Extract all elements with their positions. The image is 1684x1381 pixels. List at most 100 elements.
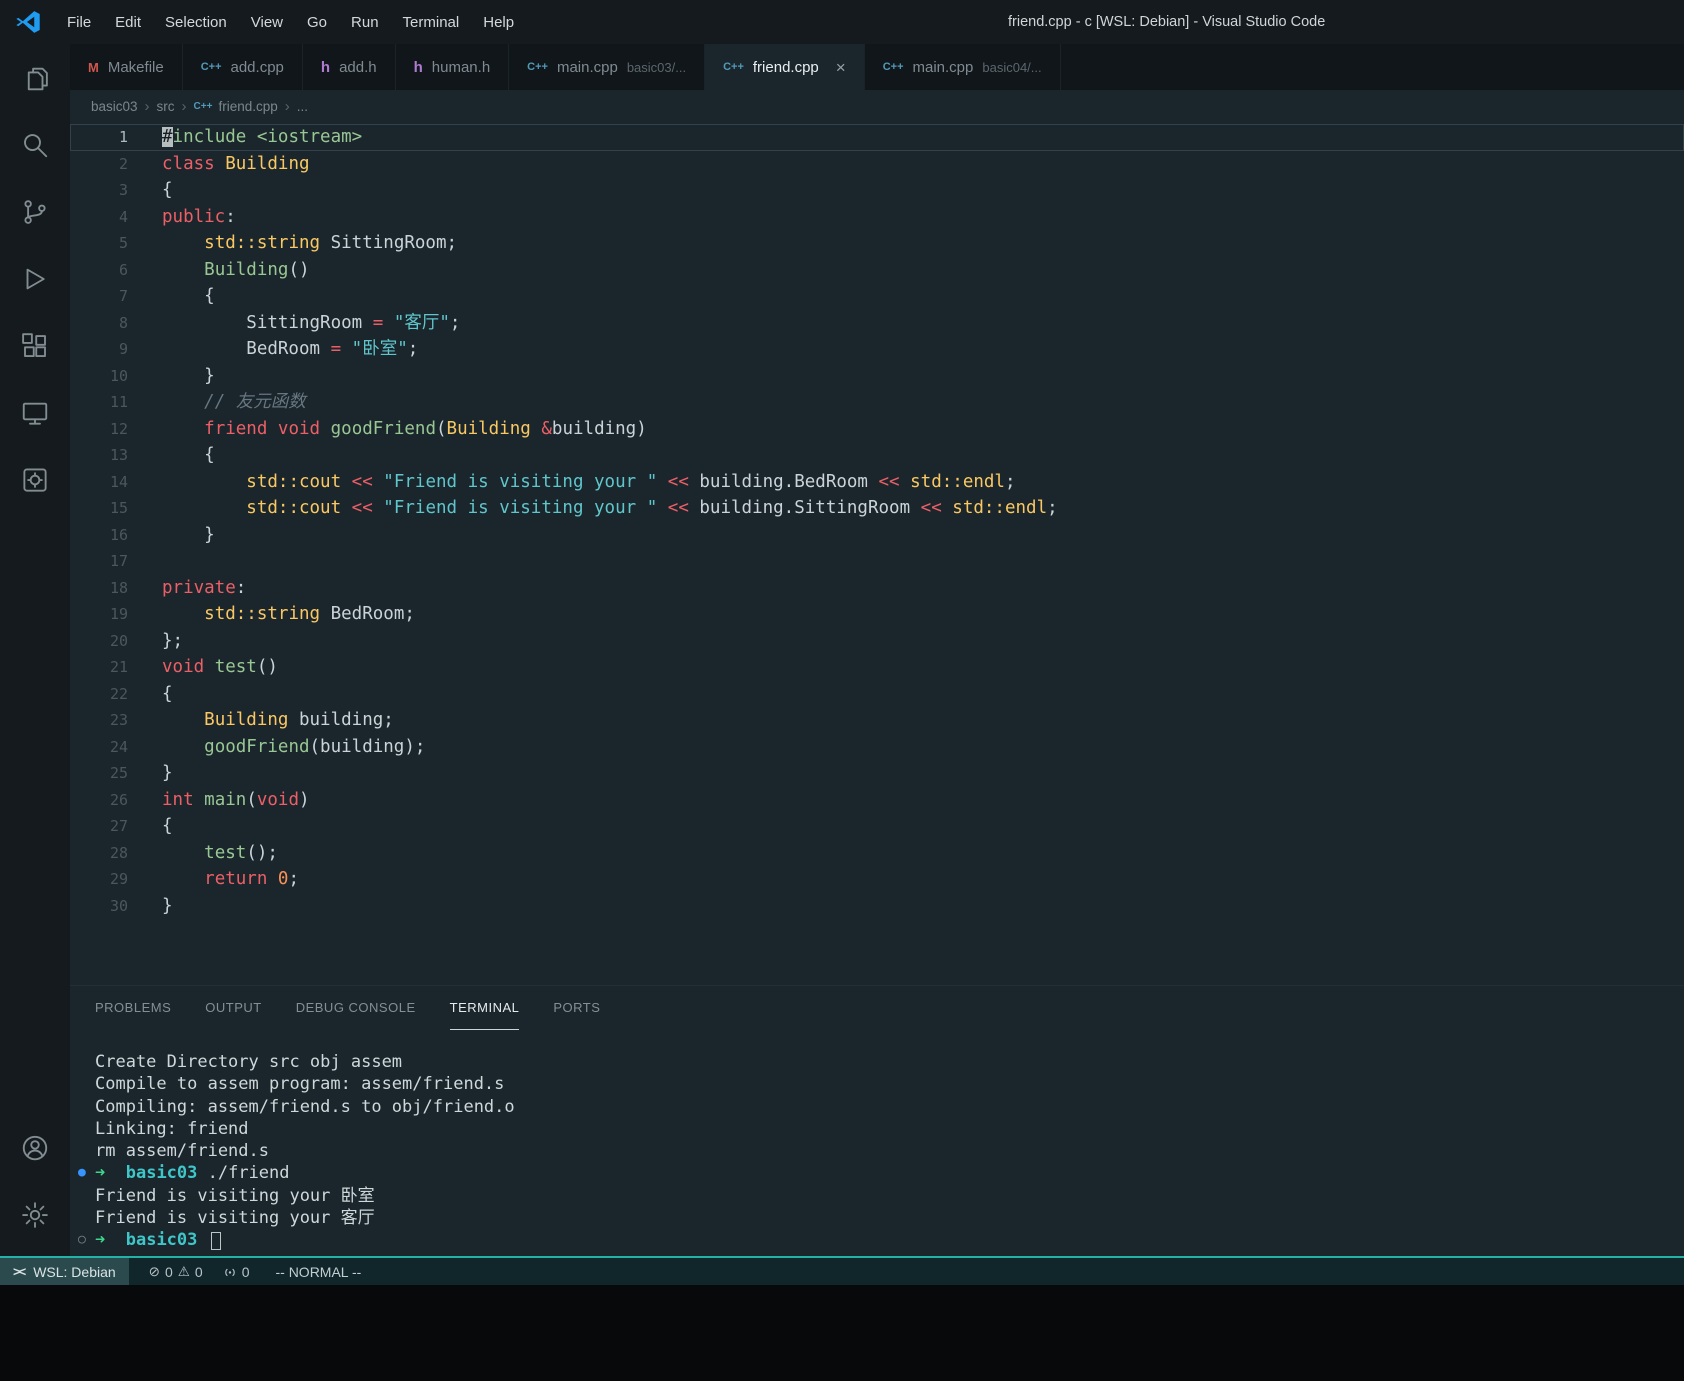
- line-number[interactable]: 24: [70, 734, 128, 761]
- line-number[interactable]: 26: [70, 787, 128, 814]
- line-number[interactable]: 19: [70, 601, 128, 628]
- line-number[interactable]: 1: [70, 124, 128, 151]
- extensions-icon[interactable]: [10, 320, 60, 372]
- code-line[interactable]: 11 // 友元函数: [70, 389, 1684, 416]
- code-line[interactable]: 19 std::string BedRoom;: [70, 601, 1684, 628]
- line-number[interactable]: 12: [70, 416, 128, 443]
- tab-main.cpp[interactable]: C++ main.cpp basic03/...: [509, 44, 706, 90]
- code-line[interactable]: 25}: [70, 760, 1684, 787]
- code-line[interactable]: 13 {: [70, 442, 1684, 469]
- line-number[interactable]: 2: [70, 151, 128, 178]
- line-number[interactable]: 27: [70, 813, 128, 840]
- line-number[interactable]: 18: [70, 575, 128, 602]
- menu-file[interactable]: File: [55, 0, 103, 44]
- remote-explorer-icon[interactable]: [10, 387, 60, 439]
- line-number[interactable]: 22: [70, 681, 128, 708]
- line-number[interactable]: 15: [70, 495, 128, 522]
- line-number[interactable]: 4: [70, 204, 128, 231]
- line-number[interactable]: 6: [70, 257, 128, 284]
- breadcrumb-item[interactable]: friend.cpp: [218, 99, 277, 114]
- code-line[interactable]: 16 }: [70, 522, 1684, 549]
- line-number[interactable]: 8: [70, 310, 128, 337]
- code-line[interactable]: 29 return 0;: [70, 866, 1684, 893]
- code-line[interactable]: 7 {: [70, 283, 1684, 310]
- code-line[interactable]: 1 #include <iostream>: [70, 124, 1684, 151]
- code-line[interactable]: 5 std::string SittingRoom;: [70, 230, 1684, 257]
- tab-add.h[interactable]: h add.h: [302, 44, 396, 90]
- line-number[interactable]: 10: [70, 363, 128, 390]
- code-editor[interactable]: 1 #include <iostream> 2 class Building 3{4 pu…: [70, 122, 1684, 985]
- code-line[interactable]: 22 {: [70, 681, 1684, 708]
- line-number[interactable]: 20: [70, 628, 128, 655]
- line-number[interactable]: 21: [70, 654, 128, 681]
- line-number[interactable]: 11: [70, 389, 128, 416]
- panel-tab-problems[interactable]: PROBLEMS: [95, 986, 171, 1030]
- code-line[interactable]: 12 friend void goodFriend(Building &buil…: [70, 416, 1684, 443]
- code-line[interactable]: 18 private:: [70, 575, 1684, 602]
- line-number[interactable]: 23: [70, 707, 128, 734]
- tab-makefile[interactable]: M Makefile: [70, 44, 183, 90]
- menu-run[interactable]: Run: [339, 0, 391, 44]
- code-line[interactable]: 26 int main(void): [70, 787, 1684, 814]
- menu-terminal[interactable]: Terminal: [391, 0, 472, 44]
- line-number[interactable]: 14: [70, 469, 128, 496]
- menu-help[interactable]: Help: [471, 0, 526, 44]
- explorer-icon[interactable]: [10, 52, 60, 104]
- custom-editors-icon[interactable]: [10, 454, 60, 506]
- search-icon[interactable]: [10, 119, 60, 171]
- code-line[interactable]: 28 test();: [70, 840, 1684, 867]
- line-number[interactable]: 7: [70, 283, 128, 310]
- code-line[interactable]: 14 std::cout << "Friend is visiting your…: [70, 469, 1684, 496]
- line-number[interactable]: 5: [70, 230, 128, 257]
- code-line[interactable]: 8 SittingRoom = "客厅";: [70, 310, 1684, 337]
- ports-status[interactable]: 0: [223, 1264, 249, 1280]
- breadcrumb-item[interactable]: src: [157, 99, 175, 114]
- close-tab-icon[interactable]: ×: [836, 59, 846, 76]
- run-debug-icon[interactable]: [10, 253, 60, 305]
- tab-human.h[interactable]: h human.h: [395, 44, 510, 90]
- line-number[interactable]: 9: [70, 336, 128, 363]
- code-line[interactable]: 30}: [70, 893, 1684, 920]
- code-line[interactable]: 3{: [70, 177, 1684, 204]
- line-number[interactable]: 3: [70, 177, 128, 204]
- accounts-icon[interactable]: [10, 1122, 60, 1174]
- terminal[interactable]: Create Directory src obj assem Compile to…: [70, 1030, 1684, 1256]
- line-number[interactable]: 28: [70, 840, 128, 867]
- code-line[interactable]: 23 Building building;: [70, 707, 1684, 734]
- line-number[interactable]: 30: [70, 893, 128, 920]
- menu-go[interactable]: Go: [295, 0, 339, 44]
- code-line[interactable]: 24 goodFriend(building);: [70, 734, 1684, 761]
- line-number[interactable]: 16: [70, 522, 128, 549]
- menu-view[interactable]: View: [239, 0, 295, 44]
- settings-icon[interactable]: [10, 1189, 60, 1241]
- source-control-icon[interactable]: [10, 186, 60, 238]
- code-line[interactable]: 15 std::cout << "Friend is visiting your…: [70, 495, 1684, 522]
- line-number[interactable]: 25: [70, 760, 128, 787]
- panel-tab-debug-console[interactable]: DEBUG CONSOLE: [296, 986, 416, 1030]
- tab-add.cpp[interactable]: C++ add.cpp: [182, 44, 303, 90]
- tab-main.cpp[interactable]: C++ main.cpp basic04/...: [864, 44, 1061, 90]
- code-line[interactable]: 9 BedRoom = "卧室";: [70, 336, 1684, 363]
- line-number[interactable]: 13: [70, 442, 128, 469]
- remote-indicator[interactable]: >< WSL: Debian: [0, 1258, 129, 1285]
- code-line[interactable]: 6 Building(): [70, 257, 1684, 284]
- code-line[interactable]: 10 }: [70, 363, 1684, 390]
- problems-status[interactable]: ⊘ 0 ⚠ 0: [149, 1264, 203, 1280]
- code-line[interactable]: 20};: [70, 628, 1684, 655]
- panel-tab-output[interactable]: OUTPUT: [205, 986, 261, 1030]
- panel-tab-ports[interactable]: PORTS: [553, 986, 600, 1030]
- code-line[interactable]: 4 public:: [70, 204, 1684, 231]
- menu-selection[interactable]: Selection: [153, 0, 239, 44]
- line-number[interactable]: 17: [70, 548, 128, 575]
- code-line[interactable]: 27 {: [70, 813, 1684, 840]
- menu-edit[interactable]: Edit: [103, 0, 153, 44]
- tab-friend.cpp[interactable]: C++ friend.cpp ×: [705, 44, 865, 90]
- code-text: public:: [162, 206, 236, 227]
- breadcrumb-item[interactable]: basic03: [91, 99, 138, 114]
- code-line[interactable]: 21 void test(): [70, 654, 1684, 681]
- panel-tab-terminal[interactable]: TERMINAL: [449, 986, 520, 1030]
- line-number[interactable]: 29: [70, 866, 128, 893]
- breadcrumb-item[interactable]: ...: [297, 99, 308, 114]
- code-line[interactable]: 17: [70, 548, 1684, 575]
- code-line[interactable]: 2 class Building: [70, 151, 1684, 178]
